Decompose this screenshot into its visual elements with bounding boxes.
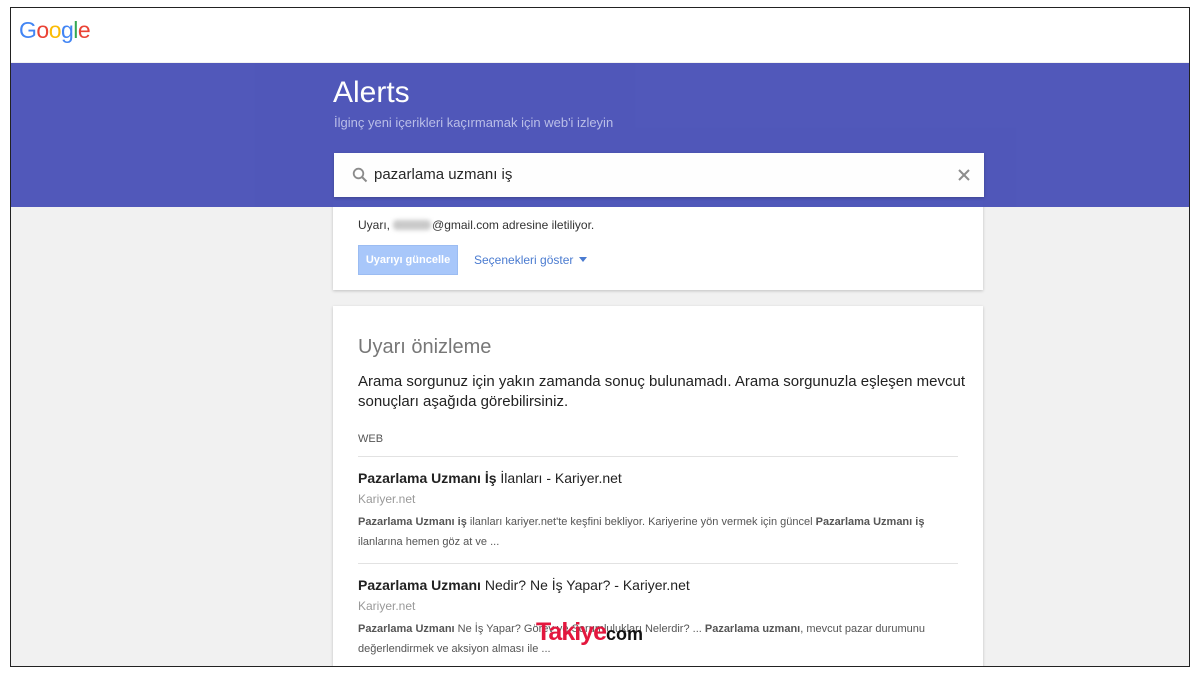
delivery-suffix: @gmail.com adresine iletiliyor. bbox=[432, 218, 595, 232]
logo-letter: e bbox=[77, 17, 91, 43]
result-title-rest: Nedir? Ne İş Yapar? - Kariyer.net bbox=[480, 577, 690, 593]
result-title-link[interactable]: Pazarlama Uzmanı İş İlanları - Kariyer.n… bbox=[358, 470, 958, 486]
result-source: Kariyer.net bbox=[358, 492, 416, 506]
watermark-main: Takiye bbox=[536, 618, 607, 646]
result-item: Pazarlama Uzmanı Nedir? Ne İş Yapar? - K… bbox=[358, 577, 958, 659]
show-options-link[interactable]: Seçenekleri göster bbox=[474, 253, 588, 267]
preview-title: Uyarı önizleme bbox=[358, 336, 492, 358]
divider bbox=[358, 563, 958, 564]
section-label-web: WEB bbox=[358, 433, 384, 445]
snippet-highlight: Pazarlama Uzmanı iş bbox=[358, 516, 467, 528]
result-item: Pazarlama Uzmanı İş İlanları - Kariyer.n… bbox=[358, 470, 958, 552]
delivery-info: Uyarı, @gmail.com adresine iletiliyor. bbox=[358, 218, 594, 232]
watermark-logo: Takiyecom bbox=[536, 618, 643, 647]
logo-letter: o bbox=[48, 17, 62, 43]
close-icon[interactable] bbox=[954, 165, 974, 185]
caret-down-icon bbox=[579, 257, 588, 262]
top-bar: Google bbox=[11, 8, 1189, 62]
alert-preview-card: Uyarı önizleme Arama sorgunuz için yakın… bbox=[333, 306, 983, 666]
logo-letter: G bbox=[19, 17, 37, 43]
snippet-text: ilanları kariyer.net'te keşfini bekliyor… bbox=[466, 516, 816, 528]
page-subtitle: İlginç yeni içerikleri kaçırmamak için w… bbox=[334, 115, 614, 130]
google-logo[interactable]: Google bbox=[19, 17, 91, 44]
result-title-bold: Pazarlama Uzmanı İş bbox=[358, 470, 497, 486]
result-snippet: Pazarlama Uzmanı iş ilanları kariyer.net… bbox=[358, 512, 958, 552]
search-query[interactable]: pazarlama uzmanı iş bbox=[374, 166, 512, 183]
blurred-email bbox=[393, 220, 432, 230]
delivery-prefix: Uyarı, bbox=[358, 218, 391, 232]
result-title-bold: Pazarlama Uzmanı bbox=[358, 577, 481, 593]
result-title-rest: İlanları - Kariyer.net bbox=[496, 470, 622, 486]
result-title-link[interactable]: Pazarlama Uzmanı Nedir? Ne İş Yapar? - K… bbox=[358, 577, 958, 593]
logo-letter: o bbox=[36, 17, 49, 43]
result-snippet: Pazarlama Uzmanı Ne İş Yapar? Görev ve S… bbox=[358, 619, 958, 659]
update-alert-button[interactable]: Uyarıyı güncelle bbox=[358, 245, 458, 275]
page-title: Alerts bbox=[333, 76, 410, 109]
show-options-label: Seçenekleri göster bbox=[474, 253, 574, 267]
divider bbox=[358, 456, 958, 457]
search-icon bbox=[352, 167, 368, 183]
snippet-highlight: Pazarlama uzmanı bbox=[704, 623, 801, 635]
snippet-text: ilanlarına hemen göz at ve ... bbox=[358, 536, 500, 548]
logo-letter: g bbox=[60, 17, 74, 43]
watermark-suffix: com bbox=[605, 624, 643, 644]
snippet-highlight: Pazarlama Uzmanı iş bbox=[815, 516, 925, 528]
browser-frame: Google Alerts İlginç yeni içerikleri kaç… bbox=[10, 7, 1190, 667]
preview-message: Arama sorgunuz için yakın zamanda sonuç … bbox=[358, 373, 965, 410]
search-input[interactable]: pazarlama uzmanı iş bbox=[334, 153, 984, 197]
alerts-banner: Alerts İlginç yeni içerikleri kaçırmamak… bbox=[11, 63, 1189, 207]
result-source: Kariyer.net bbox=[358, 599, 416, 613]
delivery-card: Uyarı, @gmail.com adresine iletiliyor. Uy… bbox=[333, 198, 983, 290]
snippet-highlight: Pazarlama Uzmanı bbox=[358, 623, 455, 635]
